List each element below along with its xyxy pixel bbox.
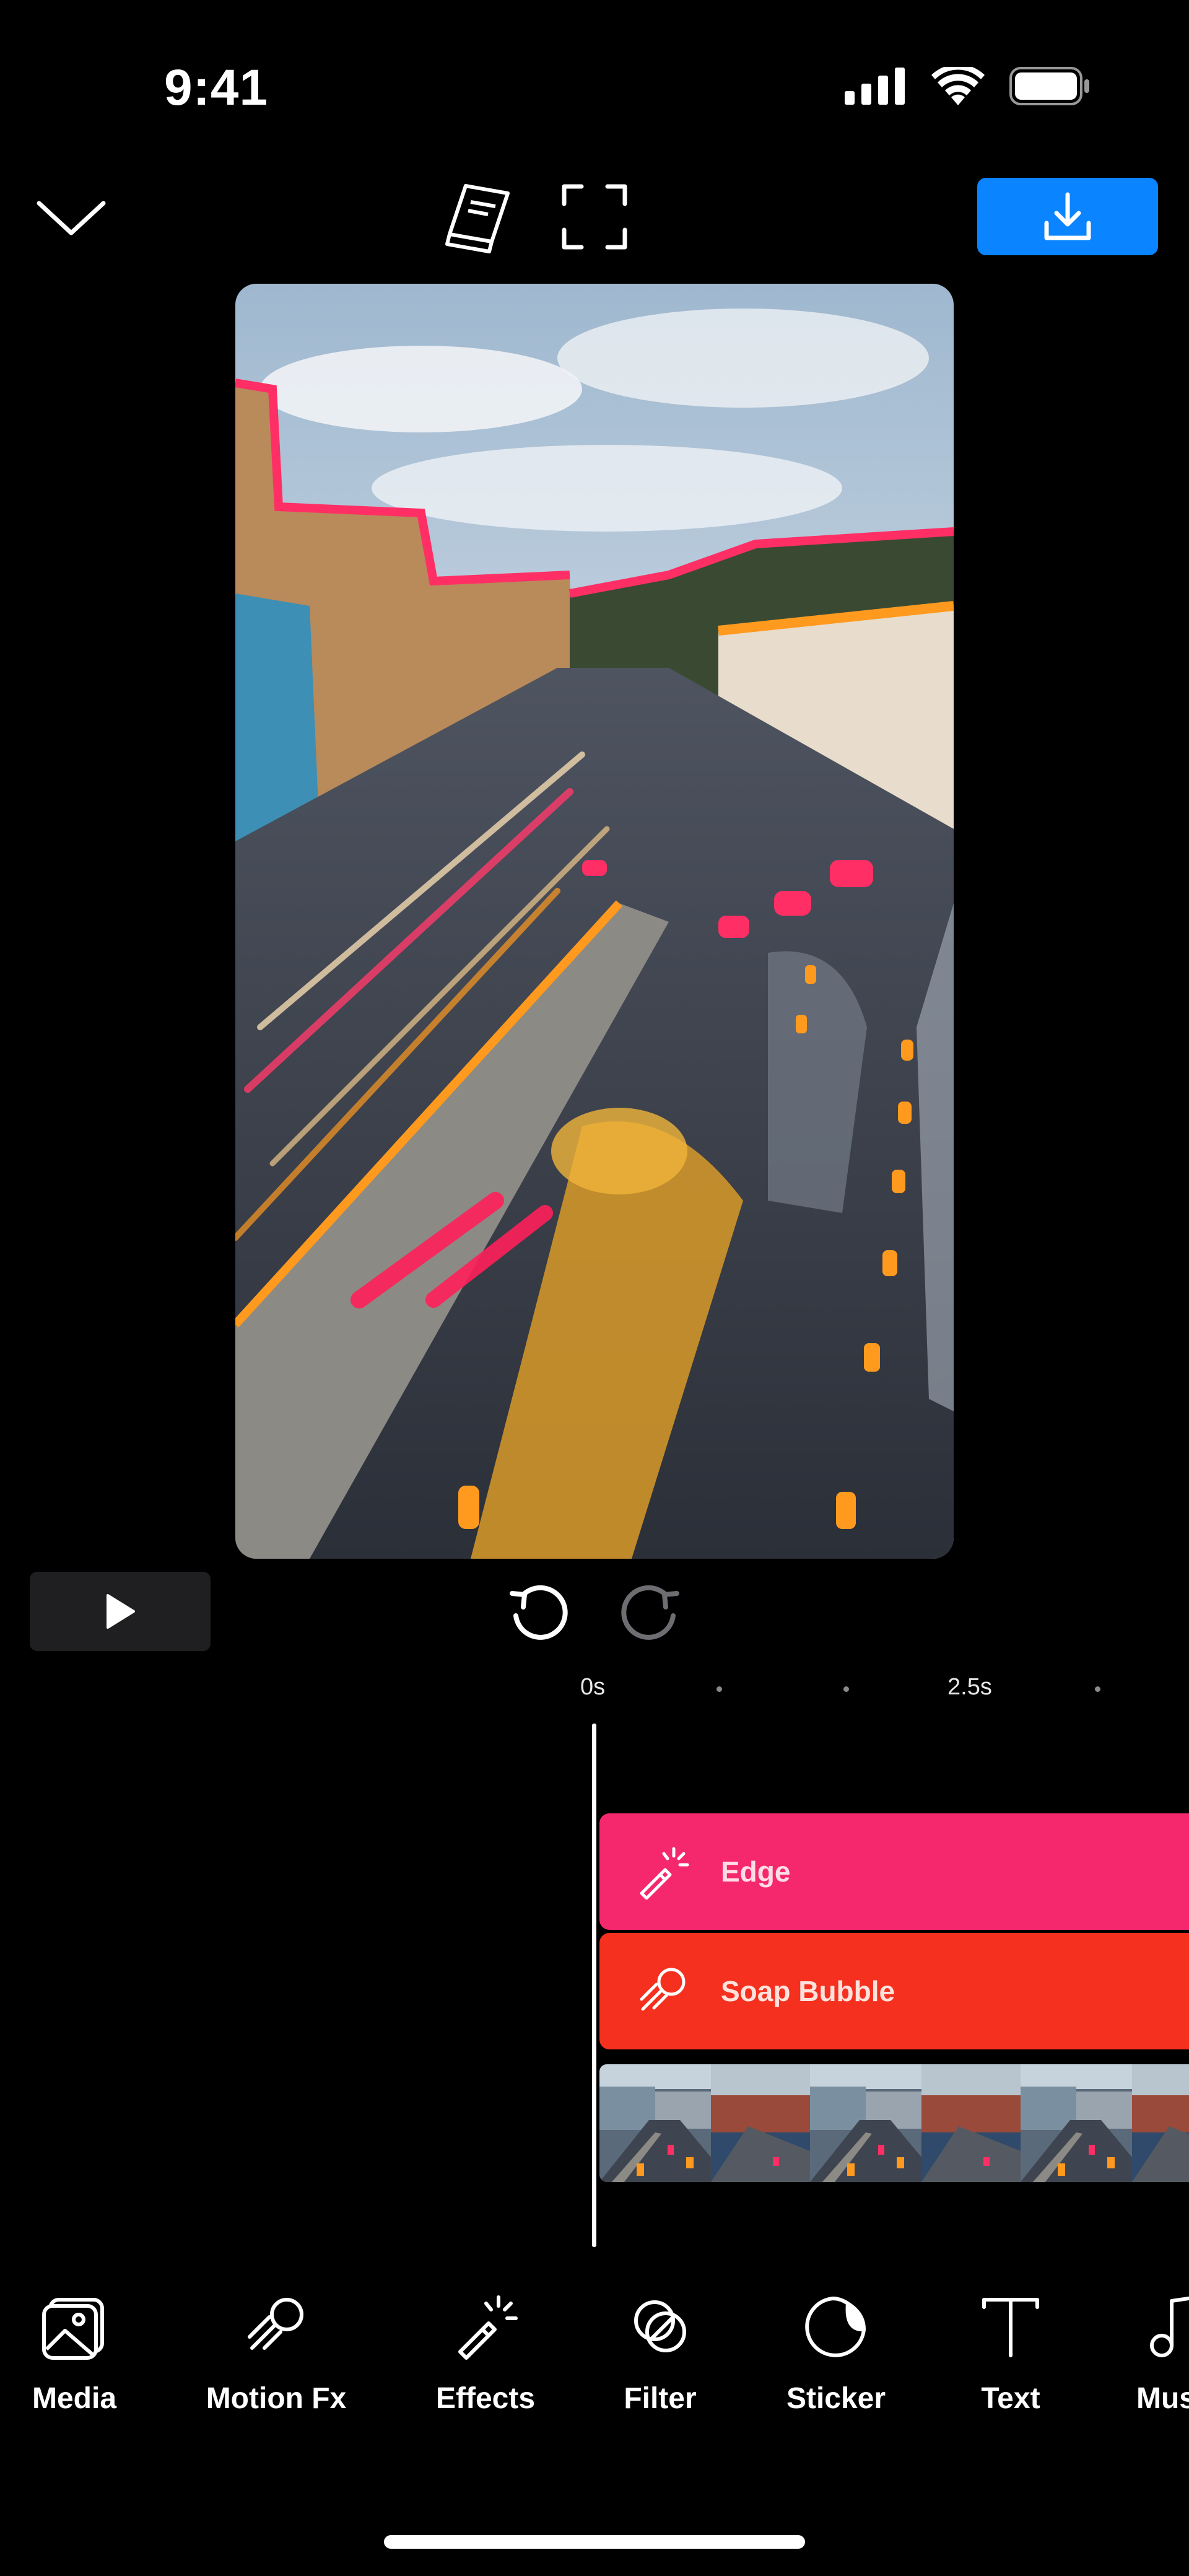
track-edge[interactable]: Edge [599,1813,1189,1930]
tool-effects[interactable]: Effects [393,2292,578,2416]
video-preview[interactable] [235,284,954,1559]
track-label: Edge [721,1855,791,1888]
book-icon [445,184,510,253]
play-icon [107,1594,135,1629]
tool-motion-fx[interactable]: Motion Fx [183,2292,369,2416]
redo-icon [621,1585,679,1640]
ruler-tick [716,1686,722,1692]
tool-media[interactable]: Media [0,2292,167,2416]
tool-music[interactable]: Music [1108,2292,1189,2416]
video-filmstrip[interactable] [599,2064,1189,2182]
home-indicator [384,2535,805,2549]
ruler-label-start: 0s [580,1674,606,1700]
magic-wand-icon [458,2295,518,2360]
track-label: Soap Bubble [721,1975,895,2007]
undo-button[interactable] [505,1579,573,1647]
tool-label: Filter [624,2382,697,2415]
battery-icon [1009,67,1089,105]
download-icon [1044,192,1091,240]
tool-label: Motion Fx [206,2382,347,2415]
tool-label: Sticker [786,2382,886,2415]
media-icon [42,2298,104,2360]
motion-fx-icon [248,2298,303,2350]
track-soap-bubble[interactable]: Soap Bubble [599,1933,1189,2049]
text-icon [982,2298,1039,2357]
fullscreen-button[interactable] [560,183,629,251]
guide-button[interactable] [441,180,515,254]
tool-filter[interactable]: Filter [567,2292,753,2416]
sticker-icon [805,2297,866,2357]
tool-label: Media [32,2382,117,2415]
undo-icon [510,1585,568,1640]
wifi-icon [931,67,985,105]
ruler-tick [843,1686,849,1692]
export-button[interactable] [977,178,1158,255]
magic-wand-icon [640,1847,689,1899]
collapse-button[interactable] [34,186,108,248]
motion-fx-icon [640,1968,686,2011]
filmstrip-frames [599,2064,1189,2182]
chevron-down-icon [37,201,106,235]
filter-icon [634,2300,686,2352]
play-button[interactable] [30,1572,211,1651]
tool-text[interactable]: Text [918,2292,1104,2416]
status-time: 9:41 [164,59,269,116]
preview-image [235,284,954,1559]
playhead[interactable] [592,1724,596,2247]
tool-label: Text [981,2382,1040,2415]
fullscreen-icon [562,184,627,250]
tool-label: Effects [435,2382,536,2415]
ruler-label-mid: 2.5s [947,1674,992,1700]
tool-sticker[interactable]: Sticker [743,2292,929,2416]
redo-button[interactable] [616,1579,684,1647]
ruler-tick [1095,1686,1100,1692]
status-icons [845,67,1090,105]
music-icon [1150,2296,1189,2357]
tool-label: Music [1136,2382,1189,2415]
signal-icon [845,68,905,105]
